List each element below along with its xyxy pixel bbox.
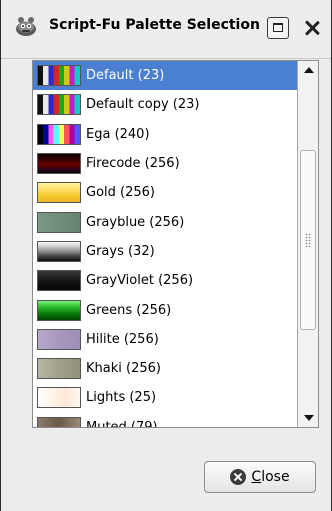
list-item-label: Default (23) — [86, 68, 165, 84]
close-icon[interactable] — [301, 17, 323, 39]
list-item-label: Grayblue (256) — [86, 214, 185, 230]
list-item-label: Firecode (256) — [86, 156, 180, 172]
palette-swatch — [37, 270, 81, 292]
list-item[interactable]: Greens (256) — [33, 295, 297, 324]
palette-swatch — [37, 94, 81, 116]
palette-list[interactable]: Default (23) Default copy (23) Ega (240) Fi… — [33, 61, 297, 427]
maximize-icon[interactable] — [267, 17, 289, 39]
list-item[interactable]: Default copy (23) — [33, 90, 297, 119]
close-rest: lose — [261, 469, 290, 485]
list-item[interactable]: Muted (79) — [33, 413, 297, 427]
list-item[interactable]: Firecode (256) — [33, 149, 297, 178]
palette-selection-window: Script-Fu Palette Selection Default (23)… — [0, 0, 332, 511]
gimp-icon — [16, 17, 36, 36]
palette-swatch — [37, 328, 81, 350]
list-item[interactable]: Default (23) — [33, 61, 297, 91]
palette-swatch — [37, 211, 81, 233]
list-item[interactable]: Gold (256) — [33, 178, 297, 207]
list-item-label: Greens (256) — [86, 302, 172, 318]
arrow-up-icon[interactable] — [299, 61, 318, 79]
list-item[interactable]: Grays (32) — [33, 237, 297, 266]
palette-swatch — [37, 299, 81, 321]
list-item-label: Gold (256) — [86, 185, 155, 201]
title-bar[interactable]: Script-Fu Palette Selection — [1, 0, 331, 59]
close-button[interactable]: Close — [204, 461, 316, 493]
list-item[interactable]: GrayViolet (256) — [33, 266, 297, 295]
palette-swatch — [37, 123, 81, 145]
palette-swatch — [37, 387, 81, 409]
arrow-down-icon[interactable] — [299, 409, 318, 427]
palette-swatch — [37, 358, 81, 380]
list-item-label: Hilite (256) — [86, 331, 159, 347]
list-item[interactable]: Khaki (256) — [33, 354, 297, 383]
list-item-label: Lights (25) — [86, 390, 157, 406]
palette-swatch — [37, 416, 81, 427]
list-item-label: Default copy (23) — [86, 97, 200, 113]
scrollbar-thumb[interactable] — [300, 150, 316, 330]
list-item-label: Ega (240) — [86, 126, 150, 142]
vertical-scrollbar[interactable] — [297, 61, 318, 427]
list-item[interactable]: Hilite (256) — [33, 325, 297, 354]
list-item[interactable]: Ega (240) — [33, 120, 297, 149]
close-mnemonic: C — [251, 469, 262, 485]
list-item[interactable]: Grayblue (256) — [33, 207, 297, 236]
palette-list-frame: Default (23) Default copy (23) Ega (240) Fi… — [32, 60, 319, 428]
list-item-label: GrayViolet (256) — [86, 273, 194, 289]
list-item-label: Muted (79) — [86, 420, 158, 427]
list-item-label: Khaki (256) — [86, 361, 161, 377]
palette-swatch — [37, 182, 81, 204]
list-item[interactable]: Lights (25) — [33, 383, 297, 412]
window-title: Script-Fu Palette Selection — [49, 17, 260, 33]
close-circle-icon — [230, 469, 247, 485]
grip-icon — [305, 233, 312, 247]
palette-swatch — [37, 65, 81, 87]
palette-swatch — [37, 240, 81, 262]
list-item-label: Grays (32) — [86, 243, 155, 259]
palette-swatch — [37, 153, 81, 175]
close-button-label: Close — [251, 469, 289, 485]
